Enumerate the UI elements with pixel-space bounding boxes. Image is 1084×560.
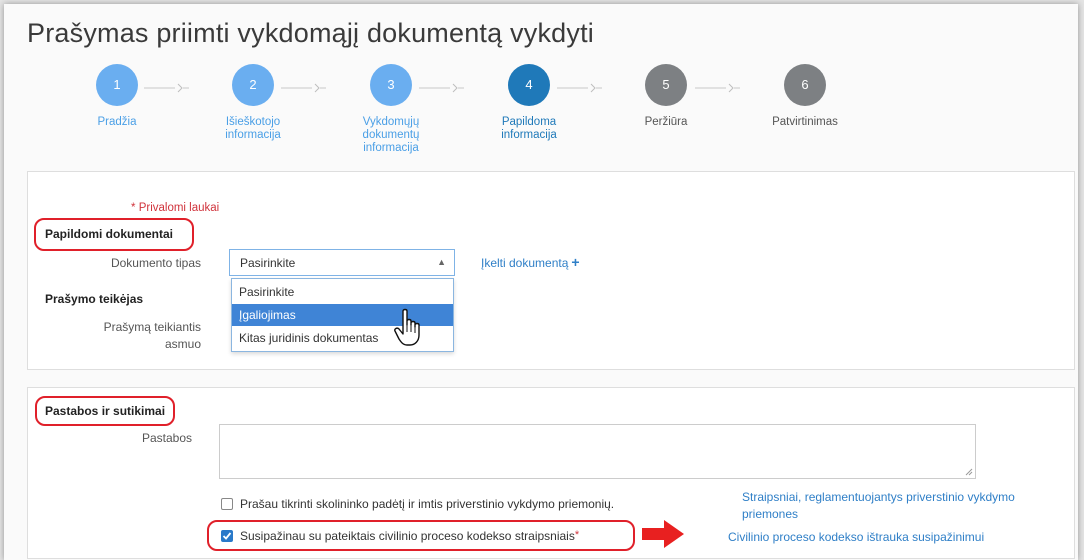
section-title-notes-consents: Pastabos ir sutikimai bbox=[45, 404, 166, 418]
step-1-label: Pradžia bbox=[97, 116, 137, 128]
step-5-circle: 5 bbox=[645, 64, 687, 106]
applicant-label-line1: Prašymą teikiantis bbox=[103, 320, 201, 334]
enforcement-checkbox-label: Prašau tikrinti skolininko padėtį ir imt… bbox=[240, 497, 615, 511]
step-2[interactable]: 2 Išieškotojo informacija bbox=[193, 64, 313, 142]
step-6[interactable]: 6 Patvirtinimas bbox=[745, 64, 865, 129]
dropdown-option[interactable]: Pasirinkite bbox=[232, 281, 453, 303]
enforcement-checkbox[interactable] bbox=[221, 498, 233, 510]
hand-pointer-cursor-icon bbox=[394, 308, 420, 346]
consent-checkbox-label: Susipažinau su pateiktais civilinio proc… bbox=[240, 529, 579, 543]
step-2-label: Išieškotojo informacija bbox=[225, 116, 281, 141]
step-5-label: Peržiūra bbox=[644, 116, 688, 128]
caret-up-icon: ▲ bbox=[437, 257, 446, 267]
step-6-circle: 6 bbox=[784, 64, 826, 106]
step-connector-arrow-icon bbox=[419, 83, 464, 93]
step-3-circle: 3 bbox=[370, 64, 412, 106]
articles-link-line2: priemones bbox=[742, 507, 799, 521]
required-note-text: Privalomi laukai bbox=[138, 202, 220, 214]
notes-label: Pastabos bbox=[141, 431, 192, 445]
resize-grip-icon[interactable] bbox=[965, 468, 973, 476]
step-2-circle: 2 bbox=[232, 64, 274, 106]
consent-label-text: Susipažinau su pateiktais civilinio proc… bbox=[240, 529, 575, 543]
page-title: Prašymas priimti vykdomąjį dokumentą vyk… bbox=[27, 18, 594, 48]
step-4-circle: 4 bbox=[508, 64, 550, 106]
articles-link-line1: Straipsniai, reglamentuojantys priversti… bbox=[742, 490, 1015, 504]
articles-link[interactable]: Straipsniai, reglamentuojantys priversti… bbox=[742, 489, 1015, 523]
applicant-label-line2: asmuo bbox=[164, 337, 201, 351]
plus-icon: + bbox=[571, 254, 580, 270]
required-fields-note: * Privalomi laukai bbox=[131, 202, 219, 214]
notes-textarea[interactable] bbox=[219, 424, 976, 479]
consent-checkbox[interactable] bbox=[221, 530, 233, 542]
step-connector-arrow-icon bbox=[144, 83, 189, 93]
code-extract-link[interactable]: Civilinio proceso kodekso ištrauka susip… bbox=[728, 529, 984, 546]
upload-document-link[interactable]: Įkelti dokumentą + bbox=[481, 254, 580, 270]
step-connector-arrow-icon bbox=[557, 83, 602, 93]
step-3-label: Vykdomųjų dokumentų informacija bbox=[362, 116, 420, 154]
doc-type-label: Dokumento tipas bbox=[110, 256, 201, 270]
section-title-applicant: Prašymo teikėjas bbox=[45, 292, 144, 306]
step-1[interactable]: 1 Pradžia bbox=[57, 64, 177, 129]
checkmark-icon bbox=[222, 532, 232, 540]
step-4[interactable]: 4 Papildoma informacija bbox=[469, 64, 589, 142]
step-5[interactable]: 5 Peržiūra bbox=[606, 64, 726, 129]
applicant-label: Prašymą teikiantis asmuo bbox=[70, 319, 201, 353]
step-connector-arrow-icon bbox=[281, 83, 326, 93]
red-arrow-right-icon bbox=[642, 520, 684, 548]
step-3[interactable]: 3 Vykdomųjų dokumentų informacija bbox=[331, 64, 451, 155]
required-star: * bbox=[574, 529, 580, 541]
step-4-label: Papildoma informacija bbox=[501, 116, 557, 141]
doc-type-select-value: Pasirinkite bbox=[240, 256, 296, 270]
step-connector-arrow-icon bbox=[695, 83, 740, 93]
upload-document-label: Įkelti dokumentą bbox=[481, 256, 569, 270]
step-1-circle: 1 bbox=[96, 64, 138, 106]
doc-type-select[interactable]: Pasirinkite ▲ bbox=[229, 249, 455, 276]
step-6-label: Patvirtinimas bbox=[772, 116, 838, 128]
required-star: * bbox=[131, 202, 136, 214]
section-title-additional-docs: Papildomi dokumentai bbox=[45, 227, 174, 241]
